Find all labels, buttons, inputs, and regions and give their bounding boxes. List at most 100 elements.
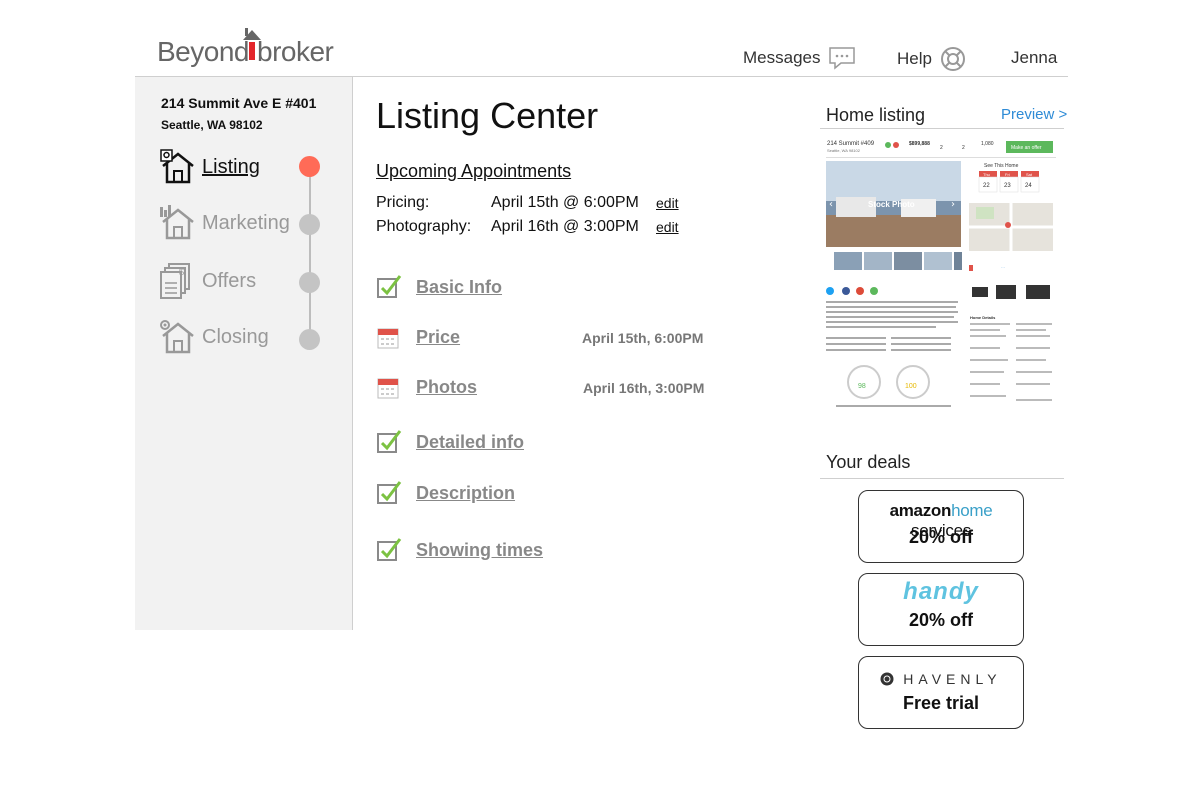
preview-photo-label: Stock Photo bbox=[868, 200, 915, 209]
task-date: April 16th, 3:00PM bbox=[583, 380, 705, 396]
listing-preview-thumbnail[interactable]: 214 Summit #409 Seattle, WA 98102 $899,8… bbox=[826, 137, 1056, 413]
preview-date: 24 bbox=[1025, 183, 1032, 189]
step-label: Marketing bbox=[202, 212, 290, 234]
appointment-row-pricing: Pricing: April 15th @ 6:00PM edit bbox=[376, 194, 679, 212]
deal-offer: 20% off bbox=[908, 527, 973, 547]
home-listing-heading: Home listing bbox=[826, 105, 926, 125]
checkbox-checked-icon bbox=[377, 275, 402, 298]
home-wordmark: home bbox=[951, 501, 993, 520]
task-label: Detailed info bbox=[416, 432, 525, 452]
deal-card-handy[interactable]: handy 20% off bbox=[858, 573, 1024, 646]
preview-description-lines bbox=[826, 301, 958, 407]
documents-dollar-icon: $ bbox=[160, 263, 190, 299]
deal-offer: Free trial bbox=[902, 693, 980, 713]
preview-link[interactable]: Preview > bbox=[1001, 106, 1067, 123]
appointment-row-photography: Photography: April 16th @ 3:00PM edit bbox=[376, 218, 679, 236]
havenly-logo: HAVENLY bbox=[859, 671, 1023, 687]
appointment-time: April 16th @ 3:00PM bbox=[491, 218, 639, 235]
step-label: Closing bbox=[202, 326, 269, 348]
preview-home-details: Home Details bbox=[970, 315, 996, 320]
page-title: Listing Center bbox=[376, 95, 599, 136]
messages-label: Messages bbox=[743, 48, 821, 67]
divider bbox=[820, 128, 1064, 129]
preview-address: 214 Summit #409 bbox=[827, 141, 875, 147]
amenity-icons bbox=[972, 285, 1050, 299]
checkbox-checked-icon bbox=[377, 481, 402, 504]
photo-next-icon: › bbox=[951, 199, 955, 210]
house-gear-icon bbox=[160, 320, 194, 354]
task-description[interactable]: Description bbox=[376, 480, 736, 508]
task-label: Basic Info bbox=[416, 277, 503, 297]
help-nav[interactable]: Help bbox=[897, 46, 966, 72]
preview-qualified-text: … bbox=[1001, 264, 1005, 269]
handy-logo: handy bbox=[903, 578, 979, 605]
task-label: Description bbox=[416, 483, 516, 503]
task-showing-times[interactable]: Showing times bbox=[376, 537, 736, 565]
edit-photography-link[interactable]: edit bbox=[656, 218, 679, 236]
task-label: Price bbox=[416, 327, 461, 347]
your-deals-heading: Your deals bbox=[826, 452, 911, 472]
brand-name-left: Beyond bbox=[157, 36, 249, 67]
preview-transit-score: 100 bbox=[905, 383, 917, 390]
appointment-time: April 15th @ 6:00PM bbox=[491, 194, 639, 211]
divider bbox=[820, 478, 1064, 479]
property-address: 214 Summit Ave E #401 bbox=[161, 95, 317, 111]
task-basic-info[interactable]: Basic Info bbox=[376, 274, 736, 302]
preview-city: Seattle, WA 98102 bbox=[827, 148, 861, 153]
brand-name-right: broker bbox=[257, 36, 334, 67]
house-pin-icon bbox=[160, 149, 194, 184]
step-indicator bbox=[299, 272, 320, 293]
sidebar: 214 Summit Ave E #401 Seattle, WA 98102 … bbox=[135, 77, 353, 630]
deal-card-havenly[interactable]: HAVENLY Free trial bbox=[858, 656, 1024, 729]
help-label: Help bbox=[897, 49, 932, 68]
calendar-icon bbox=[377, 328, 399, 349]
edit-pricing-link[interactable]: edit bbox=[656, 194, 679, 212]
photo-prev-icon: ‹ bbox=[829, 199, 833, 210]
deal-offer: 20% off bbox=[908, 610, 973, 630]
preview-date: 23 bbox=[1004, 183, 1011, 189]
lifebuoy-icon bbox=[940, 47, 965, 71]
chat-bubble-icon bbox=[829, 47, 856, 70]
amazon-wordmark: amazon bbox=[889, 501, 952, 520]
property-city: Seattle, WA 98102 bbox=[161, 118, 263, 132]
preview-day: Thu bbox=[983, 172, 990, 177]
step-label: Listing bbox=[202, 156, 260, 178]
upcoming-appointments-heading[interactable]: Upcoming Appointments bbox=[376, 161, 571, 182]
photo-thumbnails bbox=[834, 252, 962, 270]
step-indicator bbox=[299, 329, 320, 350]
steps-progress-line bbox=[309, 167, 311, 339]
deal-card-amazon[interactable]: amazonhome services 20% off bbox=[858, 490, 1024, 563]
svg-text:$: $ bbox=[179, 267, 184, 277]
havenly-emblem-icon bbox=[880, 672, 894, 686]
calendar-icon bbox=[377, 378, 399, 399]
listing-preview-graphic: 214 Summit #409 Seattle, WA 98102 $899,8… bbox=[826, 137, 1056, 407]
havenly-wordmark: HAVENLY bbox=[903, 671, 1002, 687]
step-label: Offers bbox=[202, 270, 257, 292]
top-header: Beyond broker Messages Help Jenna bbox=[135, 0, 1068, 77]
preview-sqft: 1,080 bbox=[981, 141, 994, 147]
checkbox-checked-icon bbox=[377, 430, 402, 453]
task-price[interactable]: Price April 15th, 6:00PM bbox=[376, 324, 736, 352]
task-date: April 15th, 6:00PM bbox=[582, 330, 704, 346]
preview-baths: 2 bbox=[962, 145, 965, 151]
appointment-label: Pricing: bbox=[376, 194, 430, 211]
messages-nav[interactable]: Messages bbox=[743, 46, 856, 70]
task-label: Photos bbox=[416, 377, 477, 397]
preview-walk-score: 98 bbox=[858, 383, 866, 390]
preview-price: $899,888 bbox=[909, 141, 930, 147]
step-indicator bbox=[299, 214, 320, 235]
user-name: Jenna bbox=[1011, 48, 1058, 67]
preview-day: Fri bbox=[1005, 172, 1010, 177]
task-photos[interactable]: Photos April 16th, 3:00PM bbox=[376, 374, 736, 402]
house-chart-icon bbox=[160, 205, 194, 240]
task-detailed-info[interactable]: Detailed info bbox=[376, 429, 736, 457]
preview-day: Sat bbox=[1026, 172, 1033, 177]
user-menu[interactable]: Jenna bbox=[1011, 48, 1057, 68]
step-indicator-active bbox=[299, 156, 320, 177]
preview-see-home: See This Home bbox=[984, 163, 1019, 169]
preview-beds: 2 bbox=[940, 145, 943, 151]
appointment-label: Photography: bbox=[376, 218, 472, 235]
task-label: Showing times bbox=[416, 540, 544, 560]
preview-cta: Make an offer bbox=[1011, 145, 1042, 151]
preview-date: 22 bbox=[983, 183, 990, 189]
